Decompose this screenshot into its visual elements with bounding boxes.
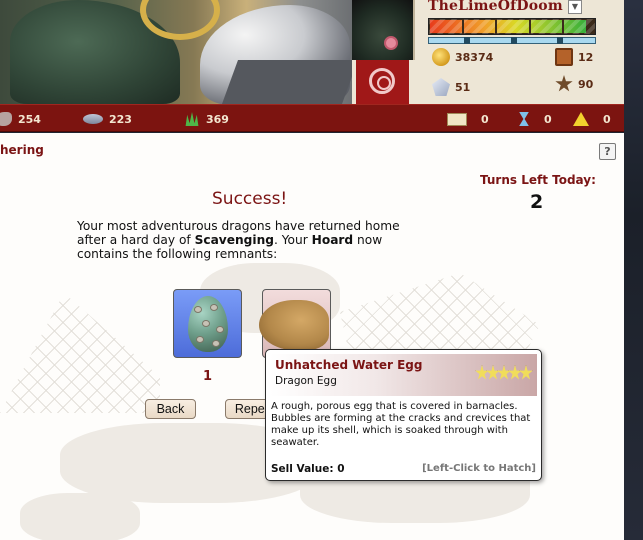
plant-icon [185,112,199,126]
page-background-edge [624,0,643,540]
barnacle-mark [216,326,224,333]
tooltip-item-name: Unhatched Water Egg [275,358,423,372]
turns-left-label: Turns Left Today: [480,173,596,187]
gems-value: 51 [455,80,471,94]
rarity-star-icon [508,365,522,380]
hourglass-notification[interactable]: 0 [518,110,552,128]
tooltip-header: Unhatched Water Egg Dragon Egg [270,354,537,396]
plant-count: 369 [206,112,229,126]
item-fungus[interactable] [259,289,331,358]
stars-stat[interactable]: 90 [555,75,593,93]
tooltip-item-type: Dragon Egg [275,375,337,387]
tooltip-description: A rough, porous egg that is covered in b… [271,401,531,448]
mail-notification[interactable]: 0 [447,110,489,128]
message-text: . Your [273,233,312,247]
user-panel: TheLimeOfDoom ▼ 38374 51 12 90 [352,0,624,116]
plant-resource[interactable]: 369 [184,110,229,128]
turns-left-value: 2 [530,191,544,213]
message-hoard: Hoard [311,233,354,247]
energy-bar-divider [495,19,497,34]
success-heading: Success! [212,189,288,209]
rarity-star-icon [475,365,489,380]
books-value: 12 [578,50,594,64]
books-stat[interactable]: 12 [555,48,593,66]
shadow-flight-icon [369,68,395,94]
water-egg-icon [188,296,228,352]
avatar[interactable] [352,0,415,60]
energy-bar-divider [462,19,464,34]
barnacle-mark [210,304,218,311]
help-button[interactable]: ? [599,143,616,160]
rarity-star-icon [519,365,533,380]
rose-icon [384,36,398,50]
rarity-stars [475,365,533,381]
energy-bar [428,18,596,35]
header-banner-art [0,0,352,104]
username[interactable]: TheLimeOfDoom [428,0,563,14]
tooltip-sell-value: Sell Value: 0 [271,463,345,475]
hourglass-icon [519,112,529,126]
ore-count: 254 [18,112,41,126]
book-icon [555,48,573,66]
xp-marker [557,37,563,44]
coin-icon [432,48,450,66]
ore-resource[interactable]: 254 [0,110,41,128]
tooltip-hint: [Left-Click to Hatch] [422,463,536,474]
fungus-icon [259,300,329,350]
energy-bar-divider [529,19,531,34]
message-activity: Scavenging [194,233,274,247]
page-title: hering [0,143,44,157]
result-message: Your most adventurous dragons have retur… [77,219,422,261]
stars-value: 90 [578,77,594,91]
item-count: 1 [203,369,213,384]
gold-stat[interactable]: 38374 [432,48,493,66]
dark-wing-art [221,60,352,104]
rarity-star-icon [497,365,511,380]
alert-icon [573,112,589,126]
star-badge-icon [555,75,573,92]
item-water-egg[interactable] [173,289,242,358]
gems-stat[interactable]: 51 [432,78,470,96]
stone-resource[interactable]: 223 [83,110,132,128]
bone-art [20,493,140,540]
energy-bar-stripes [429,19,595,34]
ore-icon [0,112,12,126]
xp-marker [464,37,470,44]
rarity-star-icon [486,365,500,380]
gem-icon [432,78,450,96]
back-button[interactable]: Back [145,399,196,419]
mail-count: 0 [481,112,489,126]
fishing-net-art [0,293,160,413]
xp-bar [428,37,596,44]
energy-bar-divider [562,19,564,34]
resource-bar: 254 223 369 0 0 0 [0,104,624,132]
mail-icon [447,112,467,126]
barnacle-mark [194,306,202,313]
hourglass-count: 0 [544,112,552,126]
user-menu-dropdown[interactable]: ▼ [568,0,582,14]
stone-count: 223 [109,112,132,126]
alert-notification[interactable]: 0 [573,110,611,128]
alert-count: 0 [603,112,611,126]
barnacle-mark [196,336,204,343]
item-tooltip: Unhatched Water Egg Dragon Egg A rough, … [265,349,542,481]
gold-value: 38374 [455,50,494,64]
barnacle-mark [202,320,210,327]
xp-marker [511,37,517,44]
stone-icon [83,114,103,124]
barnacle-mark [212,340,220,347]
